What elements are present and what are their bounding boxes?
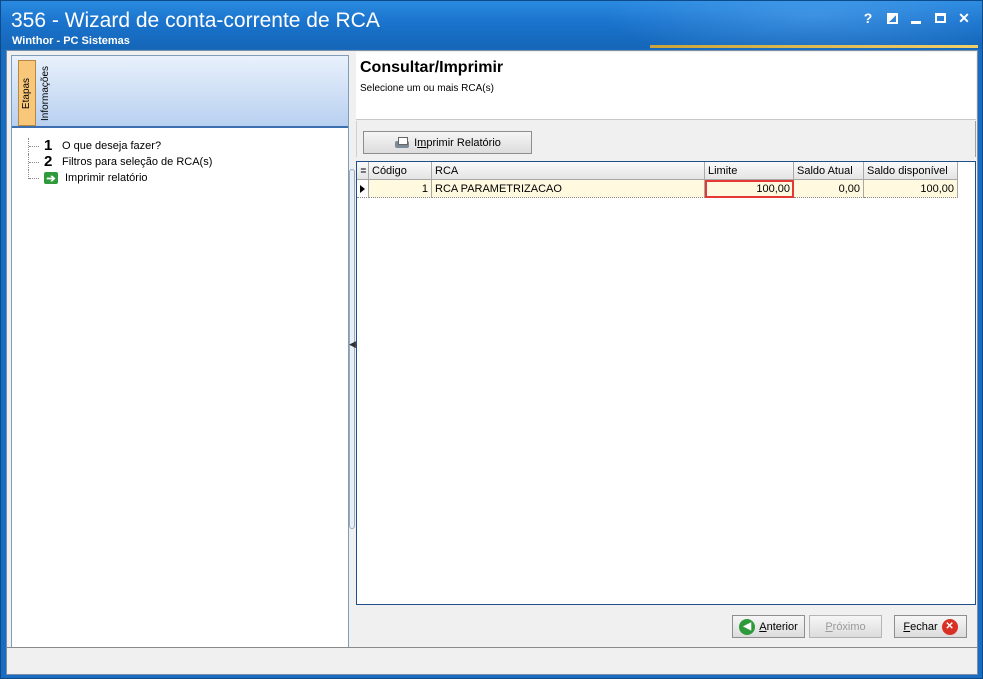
steps-tree: 1 O que deseja fazer? 2 Filtros para sel… [26, 138, 212, 186]
close-icon: ✕ [958, 9, 970, 26]
minimize-icon [911, 20, 921, 24]
restore-icon [886, 12, 898, 24]
green-arrow-icon: ➔ [44, 172, 58, 185]
maximize-icon [934, 13, 946, 23]
tab-etapas-label: Etapas [21, 77, 33, 109]
title-bar[interactable]: 356 - Wizard de conta-corrente de RCA Wi… [1, 1, 982, 49]
status-bar [7, 647, 977, 674]
panel-splitter[interactable]: ◀ [349, 169, 356, 529]
row-pointer-icon [360, 184, 365, 193]
step-number: 2 [44, 153, 53, 170]
close-window-button[interactable]: ✕ [954, 8, 974, 28]
client-area: Etapas Informações 1 O que deseja fazer?… [6, 50, 978, 675]
collapse-arrow-icon[interactable]: ◀ [349, 339, 356, 350]
table-row[interactable]: 1 RCA PARAMETRIZACAO 100,00 0,00 100,00 [357, 180, 958, 198]
steps-panel: Etapas Informações 1 O que deseja fazer?… [11, 55, 349, 648]
print-report-label: Imprimir Relatório [414, 136, 501, 149]
step-item-1[interactable]: 1 O que deseja fazer? [26, 138, 212, 154]
cell-codigo[interactable]: 1 [369, 180, 432, 198]
next-label: Próximo [825, 620, 866, 633]
step-item-3[interactable]: ➔ Imprimir relatório [26, 170, 212, 186]
close-x-icon: ✕ [941, 618, 958, 635]
row-indicator [357, 180, 369, 198]
help-button[interactable]: ? [858, 8, 878, 28]
tab-informacoes[interactable]: Informações [37, 60, 55, 126]
step-item-2[interactable]: 2 Filtros para seleção de RCA(s) [26, 154, 212, 170]
back-arrow-icon: ◀ [739, 618, 756, 635]
main-window: 356 - Wizard de conta-corrente de RCA Wi… [0, 0, 983, 679]
tab-informacoes-label: Informações [40, 65, 52, 121]
maximize-button[interactable] [930, 8, 950, 28]
page-title: Consultar/Imprimir [360, 59, 504, 76]
step-header: Consultar/Imprimir Selecione um ou mais … [356, 52, 976, 120]
step-label: Filtros para seleção de RCA(s) [62, 156, 213, 168]
print-report-button[interactable]: Imprimir Relatório [363, 131, 532, 154]
cell-limite[interactable]: 100,00 [705, 180, 794, 198]
column-header-saldo-atual[interactable]: Saldo Atual [794, 162, 864, 180]
column-header-codigo[interactable]: Código [369, 162, 432, 180]
window-subtitle: Winthor - PC Sistemas [12, 35, 130, 47]
close-label: Fechar [903, 620, 938, 633]
printer-icon [394, 136, 410, 149]
grid-header: ≣ Código RCA Limite Saldo Atual Saldo di… [357, 162, 958, 180]
step-label: Imprimir relatório [65, 172, 148, 184]
restore-button[interactable] [882, 8, 902, 28]
toolbar: Imprimir Relatório [356, 121, 976, 157]
wizard-buttons: ◀ Anterior Próximo Fechar ✕ [7, 613, 977, 639]
cell-rca[interactable]: RCA PARAMETRIZACAO [432, 180, 705, 198]
next-button[interactable]: Próximo [809, 615, 882, 638]
window-title: 356 - Wizard de conta-corrente de RCA [11, 9, 380, 32]
column-header-limite[interactable]: Limite [705, 162, 794, 180]
column-chooser-icon[interactable]: ≣ [357, 162, 369, 180]
step-number: 1 [44, 137, 53, 154]
tab-strip: Etapas Informações [12, 56, 348, 128]
column-header-rca[interactable]: RCA [432, 162, 705, 180]
page-subtitle: Selecione um ou mais RCA(s) [360, 83, 494, 94]
step-label: O que deseja fazer? [62, 140, 162, 152]
title-accent-line [650, 45, 978, 48]
minimize-button[interactable] [906, 8, 926, 28]
tab-etapas[interactable]: Etapas [18, 60, 36, 126]
previous-button[interactable]: ◀ Anterior [732, 615, 805, 638]
cell-saldo-atual[interactable]: 0,00 [794, 180, 864, 198]
rca-grid[interactable]: ≣ Código RCA Limite Saldo Atual Saldo di… [356, 161, 976, 605]
cell-saldo-disponivel[interactable]: 100,00 [864, 180, 958, 198]
column-header-saldo-disponivel[interactable]: Saldo disponível [864, 162, 958, 180]
previous-label: Anterior [759, 620, 798, 633]
close-button[interactable]: Fechar ✕ [894, 615, 967, 638]
